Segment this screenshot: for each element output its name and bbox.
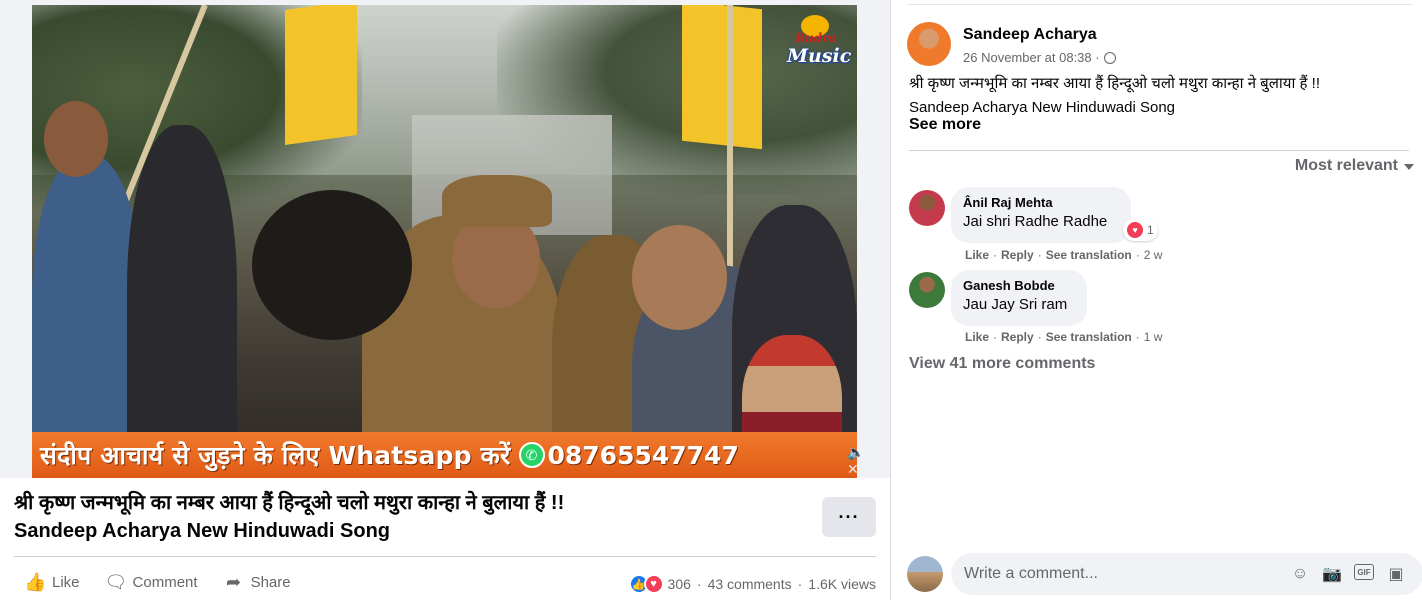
post-meta: 26 November at 08:38 · [963,50,1116,65]
sticker-icon[interactable]: ▣ [1386,564,1406,584]
post-title-line-1: श्री कृष्ण जन्मभूमि का नम्बर आया हैं हिन… [14,492,565,514]
video-person [127,125,237,478]
separator: · [696,576,702,592]
yellow-flag [682,5,762,150]
separator: · [1135,330,1140,344]
video-person [32,155,142,475]
love-reaction-icon: ♥ [1127,222,1143,238]
gif-icon[interactable]: GIF [1354,564,1374,580]
comment-reaction-badge[interactable]: ♥ 1 [1123,219,1158,241]
comment-age[interactable]: 2 w [1144,248,1163,262]
separator: · [1135,248,1140,262]
divider [909,150,1409,151]
video-person-head [252,190,412,340]
video-player[interactable]: Rudra Music संदीप आचार्य से जुड़ने के लि… [32,5,857,478]
reaction-count[interactable]: 306 [668,576,691,592]
post-timestamp[interactable]: 26 November at 08:38 · [963,50,1100,65]
logo-line-2: Music [787,45,852,67]
contact-banner: संदीप आचार्य से जुड़ने के लिए Whatsapp क… [32,432,857,478]
comment-attachment-icons: ☺ 📷 GIF ▣ [1290,564,1406,584]
write-comment-placeholder: Write a comment... [964,565,1098,582]
video-section: Rudra Music संदीप आचार्य से जुड़ने के लि… [0,0,890,600]
comment-count[interactable]: 43 comments [708,576,792,592]
more-options-button[interactable]: ··· [822,497,876,537]
share-button[interactable]: ➦ Share [223,572,291,593]
commenter-name[interactable]: Ânil Raj Mehta [963,195,1119,210]
post-sidebar: Sandeep Acharya 26 November at 08:38 · श… [890,0,1422,600]
video-frame: Rudra Music संदीप आचार्य से जुड़ने के लि… [0,0,890,478]
banner-phone: 08765547747 [547,440,739,470]
separator: · [1037,248,1042,262]
commenter-name[interactable]: Ganesh Bobde [963,278,1075,293]
commenter-avatar[interactable] [909,272,945,308]
yellow-flag [285,5,357,146]
comment-bubble: Ânil Raj Mehta Jai shri Radhe Radhe [951,187,1131,243]
share-icon: ➦ [226,572,242,592]
volume-muted-icon[interactable]: 🔈✕ [847,444,871,477]
see-more-link[interactable]: See more [909,116,981,134]
globe-icon [1103,51,1116,64]
comment-age[interactable]: 1 w [1144,330,1163,344]
post-caption: श्री कृष्ण जन्मभूमि का नम्बर आया हैं हिन… [909,72,1409,120]
comment-reply-link[interactable]: Reply [1001,330,1034,344]
comment-like-link[interactable]: Like [965,248,989,262]
comment-actions: Like · Reply · See translation · 1 w [965,330,1162,344]
logo-line-1: Rudra [795,31,837,45]
comment-button[interactable]: 🗨 Comment [105,572,198,593]
like-label: Like [52,574,80,591]
comment-text: Jau Jay Sri ram [963,296,1068,313]
police-cap [442,175,552,227]
emoji-icon[interactable]: ☺ [1290,564,1310,584]
video-person-head [632,225,727,330]
post-stats: 👍 ♥ 306 · 43 comments · 1.6K views [628,574,876,594]
facebook-video-post: Rudra Music संदीप आचार्य से जुड़ने के लि… [0,0,1422,600]
see-translation-link[interactable]: See translation [1046,248,1132,262]
commenter-avatar[interactable] [909,190,945,226]
comment-reaction-count: 1 [1147,223,1154,237]
caption-line-1: श्री कृष्ण जन्मभूमि का नम्बर आया हैं हिन… [909,75,1321,92]
share-label: Share [250,574,291,591]
post-title: श्री कृष्ण जन्मभूमि का नम्बर आया हैं हिन… [14,489,814,545]
comment-text: Jai shri Radhe Radhe [963,213,1108,230]
whatsapp-icon: ✆ [518,442,545,468]
separator: · [993,248,998,262]
like-button[interactable]: 👍 Like [24,572,80,593]
comment-label: Comment [132,574,198,591]
separator: · [797,576,803,592]
thumbs-up-icon: 👍 [24,572,47,592]
rudra-music-logo: Rudra Music [787,15,851,73]
comment-like-link[interactable]: Like [965,330,989,344]
post-title-line-2: Sandeep Acharya New Hinduwadi Song [14,520,390,542]
divider [14,556,876,557]
separator: · [993,330,998,344]
author-name[interactable]: Sandeep Acharya [963,26,1097,44]
comment-icon: 🗨 [104,572,128,592]
view-more-comments-link[interactable]: View 41 more comments [909,355,1095,373]
separator: · [1037,330,1042,344]
see-translation-link[interactable]: See translation [1046,330,1132,344]
current-user-avatar[interactable] [907,556,943,592]
author-avatar[interactable] [907,22,951,66]
comment-bubble: Ganesh Bobde Jau Jay Sri ram [951,270,1087,326]
banner-text: संदीप आचार्य से जुड़ने के लिए Whatsapp क… [40,441,511,470]
camera-icon[interactable]: 📷 [1322,564,1342,584]
view-count: 1.6K views [808,576,876,592]
divider [907,4,1413,5]
comment-reply-link[interactable]: Reply [1001,248,1034,262]
chevron-down-icon [1404,164,1414,170]
video-person-head [44,101,108,177]
post-actions: 👍 Like 🗨 Comment ➦ Share [24,572,316,593]
love-reaction-icon[interactable]: ♥ [643,574,664,594]
sort-comments-dropdown[interactable]: Most relevant [1295,157,1414,175]
caption-line-2: Sandeep Acharya New Hinduwadi Song [909,99,1176,116]
sort-label: Most relevant [1294,157,1398,174]
comment-actions: Like · Reply · See translation · 2 w [965,248,1162,262]
